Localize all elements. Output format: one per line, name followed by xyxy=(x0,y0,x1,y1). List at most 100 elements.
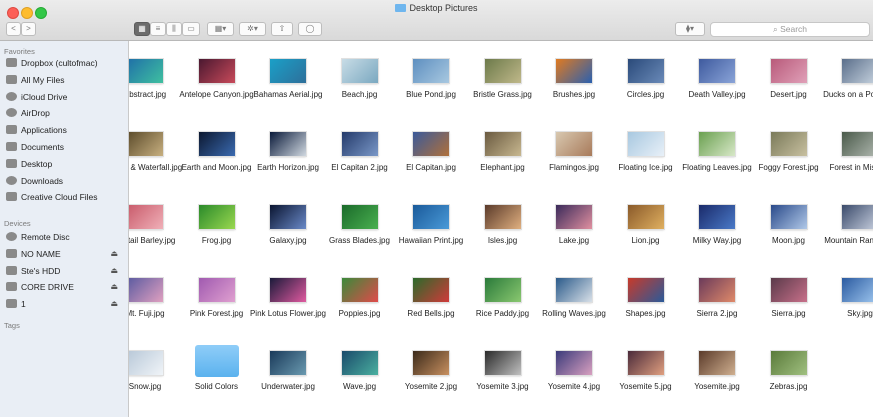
image-thumbnail xyxy=(556,59,592,83)
documents-icon xyxy=(6,142,17,151)
share-button[interactable]: ⇧ xyxy=(271,22,293,36)
sidebar-item-favorites[interactable]: All My Files xyxy=(6,74,126,89)
file-name: Yosemite 5.jpg xyxy=(619,382,672,391)
image-thumbnail xyxy=(627,278,664,302)
list-view-button[interactable]: ≡ xyxy=(150,22,166,36)
sidebar-item-label: Applications xyxy=(21,125,67,136)
file-grid: Abstract.jpgAntelope Canyon.jpgBahamas A… xyxy=(129,41,873,417)
icon-view-button[interactable]: ▦ xyxy=(134,22,150,36)
file-name: Grass Blades.jpg xyxy=(329,236,390,245)
image-thumbnail xyxy=(341,351,378,375)
file-name: Milky Way.jpg xyxy=(692,236,742,245)
sidebar-item-favorites[interactable]: Applications xyxy=(6,125,126,139)
sidebar-item-label: 1 xyxy=(21,299,26,310)
sidebar-item-label: Desktop xyxy=(21,158,53,169)
image-thumbnail xyxy=(699,205,735,229)
file-name: Red Bells.jpg xyxy=(407,309,455,318)
sidebar-item-label: Ste's HDD xyxy=(21,265,61,276)
file-name: Rice Paddy.jpg xyxy=(475,309,530,318)
file-name: Yosemite 2.jpg xyxy=(404,382,458,391)
eject-icon[interactable]: ⏏ xyxy=(110,249,118,258)
disc-icon xyxy=(6,232,17,241)
sidebar-item-label: Remote Disc xyxy=(21,232,70,242)
sidebar-item-label: Dropbox (cultofmac) xyxy=(21,58,98,68)
image-thumbnail xyxy=(770,132,807,156)
file-name: Frog.jpg xyxy=(201,236,232,245)
sidebar-item-devices[interactable]: 1 ⏏ xyxy=(6,299,126,313)
eject-icon[interactable]: ⏏ xyxy=(110,266,118,275)
window-title: Desktop Pictures xyxy=(0,3,873,13)
image-thumbnail xyxy=(129,205,163,229)
image-thumbnail xyxy=(413,205,449,229)
file-name: Floating Ice.jpg xyxy=(618,163,673,172)
image-thumbnail xyxy=(484,205,521,229)
file-name: Isles.jpg xyxy=(487,236,518,245)
file-name: Lake.jpg xyxy=(558,236,590,245)
file-name: Moon.jpg xyxy=(772,236,805,245)
dropbox-icon xyxy=(6,58,17,67)
image-thumbnail xyxy=(413,59,449,83)
image-thumbnail xyxy=(556,205,592,229)
sidebar-item-favorites[interactable]: Downloads xyxy=(6,175,126,190)
image-thumbnail xyxy=(627,59,664,83)
applications-icon xyxy=(6,125,17,135)
back-button[interactable]: < xyxy=(6,22,21,36)
window-title-text: Desktop Pictures xyxy=(409,3,478,13)
sidebar-item-favorites[interactable]: AirDrop xyxy=(6,108,126,122)
file-name: Antelope Canyon.jpg xyxy=(179,90,254,99)
sidebar-item-label: Downloads xyxy=(21,175,64,186)
sidebar-item-devices[interactable]: CORE DRIVE ⏏ xyxy=(6,282,126,296)
drive-icon xyxy=(6,265,17,275)
image-thumbnail xyxy=(699,59,735,83)
tag-button[interactable]: ◯ xyxy=(298,22,322,36)
sidebar-item-favorites[interactable]: Documents xyxy=(6,142,126,156)
file-name: Death Valley.jpg xyxy=(688,90,746,99)
file-name: Galaxy.jpg xyxy=(269,236,307,245)
all-files-icon xyxy=(6,74,17,84)
file-name: Mountain Range.jpg xyxy=(824,236,873,245)
image-thumbnail xyxy=(198,278,235,302)
sidebar-item-favorites[interactable]: Desktop xyxy=(6,158,126,173)
image-thumbnail xyxy=(341,59,378,83)
file-name: Yosemite 3.jpg xyxy=(476,382,529,391)
column-view-button[interactable]: ⫼ xyxy=(166,22,182,36)
file-name: Pink Lotus Flower.jpg xyxy=(249,309,327,318)
file-name: El Capitan 2.jpg xyxy=(331,163,388,172)
cover-flow-button[interactable]: ▭ xyxy=(182,22,200,36)
eject-icon[interactable]: ⏏ xyxy=(110,299,118,308)
file-name: Flamingos.jpg xyxy=(549,163,599,172)
sidebar-item-devices[interactable]: Remote Disc xyxy=(6,232,126,246)
sidebar-item-devices[interactable]: NO NAME ⏏ xyxy=(6,248,126,263)
image-thumbnail xyxy=(627,351,664,375)
sidebar-item-favorites[interactable]: iCloud Drive xyxy=(6,91,126,106)
window-toolbar: Desktop Pictures < > ▦ ≡ ⫼ ▭ ▦▾ ✲▾ ⇧ ◯ ⧫… xyxy=(0,0,873,41)
sidebar-item-favorites[interactable]: Creative Cloud Files xyxy=(6,192,126,206)
file-name: Earth and Moon.jpg xyxy=(181,163,252,172)
file-name: Sierra.jpg xyxy=(771,309,806,318)
image-thumbnail xyxy=(270,59,306,83)
sidebar-item-label: AirDrop xyxy=(21,108,50,119)
file-name: Pink Forest.jpg xyxy=(189,309,244,318)
sidebar-item-devices[interactable]: Ste's HDD ⏏ xyxy=(6,265,126,280)
image-thumbnail xyxy=(842,132,873,156)
file-name: Elephant.jpg xyxy=(480,163,525,172)
arrange-button[interactable]: ▦▾ xyxy=(207,22,234,36)
eject-icon[interactable]: ⏏ xyxy=(110,282,118,291)
drive-icon xyxy=(6,248,17,258)
search-input[interactable]: ⌕ Search xyxy=(710,22,870,37)
image-thumbnail xyxy=(270,351,306,375)
cloud-icon xyxy=(6,91,17,101)
file-name: Forest in Mist.jpg xyxy=(829,163,873,172)
sidebar-item-label: Creative Cloud Files xyxy=(21,192,98,203)
action-button[interactable]: ✲▾ xyxy=(239,22,266,36)
image-thumbnail xyxy=(341,132,378,156)
image-thumbnail xyxy=(270,205,306,229)
image-thumbnail xyxy=(198,59,235,83)
image-thumbnail xyxy=(413,278,449,302)
dropbox-button[interactable]: ⧫▾ xyxy=(675,22,705,36)
image-thumbnail xyxy=(341,205,378,229)
image-thumbnail xyxy=(842,278,873,302)
forward-button[interactable]: > xyxy=(21,22,36,36)
sidebar-item-favorites[interactable]: Dropbox (cultofmac) xyxy=(6,58,126,72)
image-thumbnail xyxy=(699,132,735,156)
